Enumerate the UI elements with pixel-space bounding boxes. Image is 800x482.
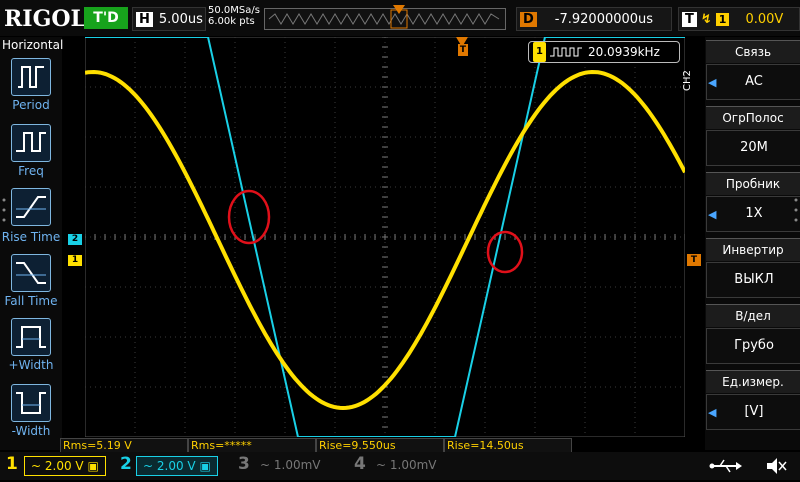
neg-width-icon [16, 392, 46, 414]
waveform-display[interactable] [84, 36, 687, 438]
frequency-counter: 1 20.0939kHz [528, 41, 680, 63]
ch2-bw-icon: ▣ [199, 459, 211, 473]
neg-width-label: -Width [11, 424, 51, 438]
trigger-level: 0.00V [745, 11, 784, 27]
left-menu-title: Horizontal [2, 38, 64, 52]
probe-button[interactable]: 1X [706, 196, 800, 232]
invert-header: Инвертир [706, 238, 800, 261]
ch3-scale-value: 1.00mV [273, 458, 321, 472]
fall-time-icon [16, 262, 46, 284]
ch4-scale-value: 1.00mV [389, 458, 437, 472]
delay-value: -7.92000000us [554, 11, 654, 27]
trigger-display[interactable]: T ↯ 1 0.00V [678, 7, 800, 31]
memory-overview-strip [264, 8, 506, 30]
units-button[interactable]: [V] [706, 394, 800, 430]
trigger-marker-top: T [458, 44, 468, 56]
memory-waveform-icon [268, 9, 500, 29]
coupling-button[interactable]: AC [706, 64, 800, 100]
ch3-scale[interactable]: ~ 1.00mV [254, 456, 327, 474]
units-arrow-icon: ◀ [708, 406, 717, 419]
sample-rate: 50.0MSa/s [208, 5, 260, 16]
volts-div-header: В/дел [706, 304, 800, 327]
probe-header: Пробник [706, 172, 800, 195]
freq-button[interactable] [11, 124, 51, 162]
pos-width-label: +Width [8, 358, 54, 372]
delay-display[interactable]: D -7.92000000us [516, 7, 672, 31]
ch2-offset-marker[interactable]: 2 [68, 234, 82, 245]
delay-key: D [520, 11, 537, 27]
trigger-level-marker[interactable]: T [687, 254, 701, 266]
ch4-number[interactable]: 4 [354, 454, 366, 474]
fall-time-button[interactable] [11, 254, 51, 292]
brand-logo: RIGOL [4, 6, 86, 32]
ch1-bw-icon: ▣ [87, 459, 99, 473]
ch2-scale[interactable]: ~ 2.00 V ▣ [136, 456, 218, 476]
ch1-offset-marker[interactable]: 1 [68, 255, 82, 266]
usb-icon [704, 454, 744, 478]
counter-channel: 1 [533, 42, 546, 62]
volts-div-button[interactable]: Грубо [706, 328, 800, 364]
rise-time-label: Rise Time [1, 230, 61, 244]
freq-icon [16, 132, 46, 152]
bandwidth-button[interactable]: 20M [706, 130, 800, 166]
memory-points: 6.00k pts [208, 16, 255, 27]
ch2-number[interactable]: 2 [120, 454, 132, 474]
timebase-display[interactable]: H 5.00us [132, 7, 206, 31]
ch1-number[interactable]: 1 [6, 454, 18, 474]
trigger-position-marker [393, 0, 405, 14]
rise-time-icon [16, 196, 46, 218]
pos-width-button[interactable] [11, 318, 51, 356]
rise-time-button[interactable] [11, 188, 51, 226]
ch1-scale-value: 2.00 V [44, 459, 84, 473]
neg-width-button[interactable] [11, 384, 51, 422]
fall-time-label: Fall Time [4, 294, 58, 308]
right-page-indicator [794, 196, 798, 226]
probe-arrow-icon: ◀ [708, 208, 717, 221]
coupling-arrow-icon: ◀ [708, 76, 717, 89]
ch1-scale[interactable]: ~ 2.00 V ▣ [24, 456, 106, 476]
counter-value: 20.0939kHz [587, 45, 660, 59]
bandwidth-header: ОгрПолос [706, 106, 800, 129]
trigger-key: T [682, 11, 697, 27]
waveform-canvas [84, 36, 687, 438]
period-button[interactable] [11, 58, 51, 96]
square-wave-icon [549, 47, 582, 57]
rising-edge-icon: ↯ [700, 11, 712, 27]
units-header: Ед.измер. [706, 370, 800, 393]
sample-info: 50.0MSa/s 6.00k pts [208, 5, 260, 27]
horizontal-key: H [136, 11, 153, 27]
ch4-scale[interactable]: ~ 1.00mV [370, 456, 443, 474]
trigger-source: 1 [715, 12, 730, 26]
ch3-number[interactable]: 3 [238, 454, 250, 474]
timebase-value: 5.00us [158, 11, 203, 27]
ch2-scale-value: 2.00 V [156, 459, 196, 473]
speaker-muted-icon[interactable] [764, 454, 788, 478]
invert-button[interactable]: ВЫКЛ [706, 262, 800, 298]
coupling-header: Связь [706, 40, 800, 63]
period-icon [18, 66, 44, 88]
run-state-badge[interactable]: T'D [84, 7, 128, 29]
menu-page-indicator [2, 196, 6, 226]
pos-width-icon [16, 326, 46, 348]
period-label: Period [12, 98, 50, 112]
freq-label: Freq [18, 164, 44, 178]
